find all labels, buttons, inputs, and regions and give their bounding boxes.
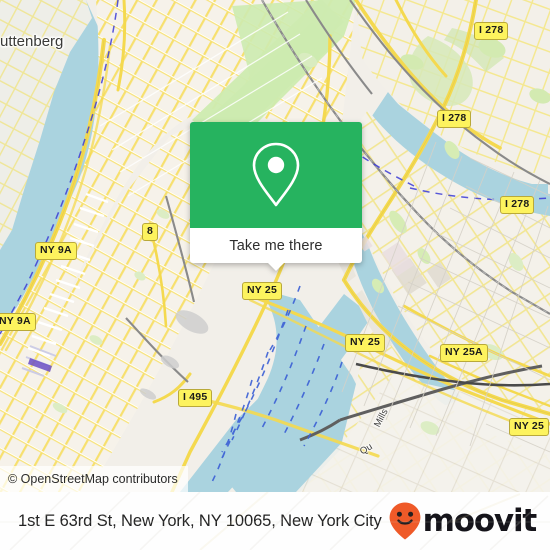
footer-bar: 1st E 63rd St, New York, NY 10065, New Y… [0,492,550,550]
route-shield-8[interactable]: 8 [142,223,159,241]
map-canvas[interactable]: uttenberg Mills Qu I 278 I 278 I 278 NY … [0,0,550,492]
location-popup-card[interactable]: Take me there [190,122,362,271]
route-shield-i278-mid[interactable]: I 278 [437,110,472,128]
route-shield-ny25-west[interactable]: NY 25 [242,282,282,300]
moovit-wordmark: moovit [422,502,538,539]
popup-footer[interactable]: Take me there [190,228,362,271]
route-shield-i278-north[interactable]: I 278 [474,22,509,40]
route-shield-i495[interactable]: I 495 [178,389,213,407]
footer-address-text: 1st E 63rd St, New York, NY 10065, New Y… [18,511,382,530]
route-shield-ny25-east[interactable]: NY 25 [509,418,549,436]
map-attribution[interactable]: © OpenStreetMap contributors [0,466,188,492]
attribution-text: © OpenStreetMap contributors [8,472,178,486]
place-label-guttenberg: uttenberg [0,33,64,50]
moovit-brand-logo[interactable]: moovit [388,501,538,541]
popup-header [190,122,362,228]
route-shield-ny9a-upper[interactable]: NY 9A [35,242,77,260]
moovit-smiley-pin-icon [388,501,422,541]
take-me-there-button[interactable]: Take me there [229,238,322,254]
route-shield-ny9a-lower[interactable]: NY 9A [0,313,36,331]
route-shield-i278-east[interactable]: I 278 [500,196,535,214]
route-shield-ny25a[interactable]: NY 25A [440,344,488,362]
moovit-map-screenshot: uttenberg Mills Qu I 278 I 278 I 278 NY … [0,0,550,550]
map-pin-icon [248,140,304,210]
popup-pointer-tail [267,262,285,271]
route-shield-ny25-mid[interactable]: NY 25 [345,334,385,352]
